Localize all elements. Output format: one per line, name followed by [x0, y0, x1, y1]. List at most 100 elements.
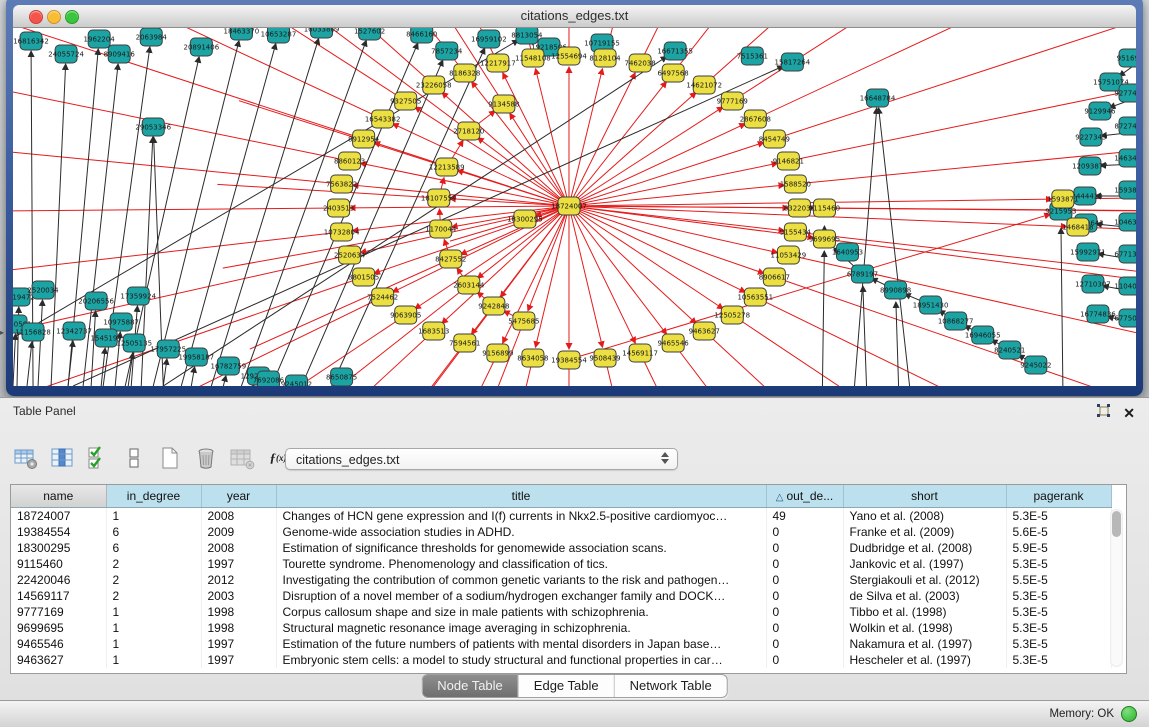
table-cell[interactable]: 1 — [106, 508, 201, 525]
show-columns-icon[interactable] — [48, 444, 76, 472]
table-cell[interactable]: Estimation of the future numbers of pati… — [276, 636, 766, 652]
table-cell[interactable]: 0 — [766, 524, 843, 540]
table-cell[interactable]: 2008 — [201, 540, 276, 556]
table-cell[interactable]: 6 — [106, 524, 201, 540]
table-cell[interactable]: 1 — [106, 604, 201, 620]
table-row[interactable]: 946362711997Embryonic stem cells: a mode… — [11, 652, 1111, 668]
scrollbar-thumb[interactable] — [1112, 511, 1121, 537]
table-row[interactable]: 977716911998Corpus callosum shape and si… — [11, 604, 1111, 620]
table-cell[interactable]: 0 — [766, 652, 843, 668]
table-row[interactable]: 911546021997Tourette syndrome. Phenomeno… — [11, 556, 1111, 572]
table-cell[interactable]: 2009 — [201, 524, 276, 540]
table-cell[interactable]: 9463627 — [11, 652, 106, 668]
table-row[interactable]: 946554611997Estimation of the future num… — [11, 636, 1111, 652]
table-cell[interactable]: Tourette syndrome. Phenomenology and cla… — [276, 556, 766, 572]
table-cell[interactable]: 5.3E-5 — [1006, 652, 1111, 668]
table-cell[interactable]: 5.6E-5 — [1006, 524, 1111, 540]
table-cell[interactable]: Investigating the contribution of common… — [276, 572, 766, 588]
delete-column-icon[interactable] — [192, 444, 220, 472]
table-cell[interactable]: Embryonic stem cells: a model to study s… — [276, 652, 766, 668]
table-cell[interactable]: Franke et al. (2009) — [843, 524, 1006, 540]
table-cell[interactable]: 5.3E-5 — [1006, 556, 1111, 572]
table-cell[interactable]: Dudbridge et al. (2008) — [843, 540, 1006, 556]
column-header-name[interactable]: name — [11, 485, 106, 508]
tab-edge-table[interactable]: Edge Table — [518, 675, 614, 697]
table-cell[interactable]: 5.5E-5 — [1006, 572, 1111, 588]
table-cell[interactable]: 0 — [766, 588, 843, 604]
table-cell[interactable]: 2008 — [201, 508, 276, 525]
memory-status-indicator-icon[interactable] — [1121, 706, 1137, 722]
network-canvas[interactable]: 1681634224055724196220489094162063984208… — [13, 28, 1136, 386]
column-header-short[interactable]: short — [843, 485, 1006, 508]
table-cell[interactable]: 2012 — [201, 572, 276, 588]
column-header-year[interactable]: year — [201, 485, 276, 508]
table-cell[interactable]: 9699695 — [11, 620, 106, 636]
table-selector-dropdown[interactable]: citations_edges.txt — [285, 448, 678, 470]
table-mode-icon[interactable] — [12, 444, 40, 472]
panel-expand-arrow-icon[interactable]: ▸ — [0, 328, 4, 337]
float-panel-icon[interactable] — [1096, 403, 1111, 423]
table-cell[interactable]: 6 — [106, 540, 201, 556]
select-columns-icon[interactable] — [84, 444, 112, 472]
table-cell[interactable]: 9777169 — [11, 604, 106, 620]
table-cell[interactable]: 5.9E-5 — [1006, 540, 1111, 556]
table-cell[interactable]: 0 — [766, 556, 843, 572]
table-cell[interactable]: 18300295 — [11, 540, 106, 556]
table-cell[interactable]: Estimation of significance thresholds fo… — [276, 540, 766, 556]
table-cell[interactable]: Nakamura et al. (1997) — [843, 636, 1006, 652]
table-cell[interactable]: 1997 — [201, 636, 276, 652]
table-cell[interactable]: Stergiakouli et al. (2012) — [843, 572, 1006, 588]
table-cell[interactable]: 2 — [106, 572, 201, 588]
column-header-title[interactable]: title — [276, 485, 766, 508]
table-row[interactable]: 2242004622012Investigating the contribut… — [11, 572, 1111, 588]
table-cell[interactable]: 1997 — [201, 556, 276, 572]
table-cell[interactable]: 5.3E-5 — [1006, 636, 1111, 652]
column-header-in_degree[interactable]: in_degree — [106, 485, 201, 508]
table-cell[interactable]: 49 — [766, 508, 843, 525]
table-cell[interactable]: 1 — [106, 620, 201, 636]
table-cell[interactable]: 0 — [766, 636, 843, 652]
create-column-icon[interactable] — [156, 444, 184, 472]
table-cell[interactable]: 2 — [106, 588, 201, 604]
column-header-out_de[interactable]: △out_de... — [766, 485, 843, 508]
table-cell[interactable]: 0 — [766, 604, 843, 620]
row-options-icon[interactable] — [120, 444, 148, 472]
table-cell[interactable]: 22420046 — [11, 572, 106, 588]
table-cell[interactable]: 1 — [106, 652, 201, 668]
table-cell[interactable]: 19384554 — [11, 524, 106, 540]
table-cell[interactable]: 2 — [106, 556, 201, 572]
table-cell[interactable]: 9115460 — [11, 556, 106, 572]
table-cell[interactable]: 0 — [766, 620, 843, 636]
tab-node-table[interactable]: Node Table — [422, 675, 518, 697]
column-header-pagerank[interactable]: pagerank — [1006, 485, 1111, 508]
tab-network-table[interactable]: Network Table — [614, 675, 727, 697]
table-cell[interactable]: 18724007 — [11, 508, 106, 525]
table-cell[interactable]: Wolkin et al. (1998) — [843, 620, 1006, 636]
network-window-titlebar[interactable]: citations_edges.txt — [13, 5, 1136, 28]
table-cell[interactable]: 2003 — [201, 588, 276, 604]
table-row[interactable]: 1830029562008Estimation of significance … — [11, 540, 1111, 556]
table-row[interactable]: 1456911722003Disruption of a novel membe… — [11, 588, 1111, 604]
table-cell[interactable]: 1998 — [201, 620, 276, 636]
table-row[interactable]: 1938455462009Genome-wide association stu… — [11, 524, 1111, 540]
table-cell[interactable]: 0 — [766, 572, 843, 588]
table-cell[interactable]: Genome-wide association studies in ADHD. — [276, 524, 766, 540]
table-cell[interactable]: Changes of HCN gene expression and I(f) … — [276, 508, 766, 525]
close-panel-icon[interactable]: ✕ — [1123, 406, 1135, 420]
table-cell[interactable]: de Silva et al. (2003) — [843, 588, 1006, 604]
table-cell[interactable]: 5.3E-5 — [1006, 588, 1111, 604]
table-cell[interactable]: 1997 — [201, 652, 276, 668]
table-cell[interactable]: Hescheler et al. (1997) — [843, 652, 1006, 668]
table-cell[interactable]: 1998 — [201, 604, 276, 620]
table-cell[interactable]: 5.3E-5 — [1006, 620, 1111, 636]
table-row[interactable]: 969969511998Structural magnetic resonanc… — [11, 620, 1111, 636]
table-row[interactable]: 1872400712008Changes of HCN gene express… — [11, 508, 1111, 525]
table-cell[interactable]: Structural magnetic resonance image aver… — [276, 620, 766, 636]
table-cell[interactable]: 5.3E-5 — [1006, 508, 1111, 525]
table-cell[interactable]: 9465546 — [11, 636, 106, 652]
table-cell[interactable]: 5.3E-5 — [1006, 604, 1111, 620]
table-cell[interactable]: Yano et al. (2008) — [843, 508, 1006, 525]
table-cell[interactable]: 1 — [106, 636, 201, 652]
table-cell[interactable]: Disruption of a novel member of a sodium… — [276, 588, 766, 604]
table-cell[interactable]: 0 — [766, 540, 843, 556]
